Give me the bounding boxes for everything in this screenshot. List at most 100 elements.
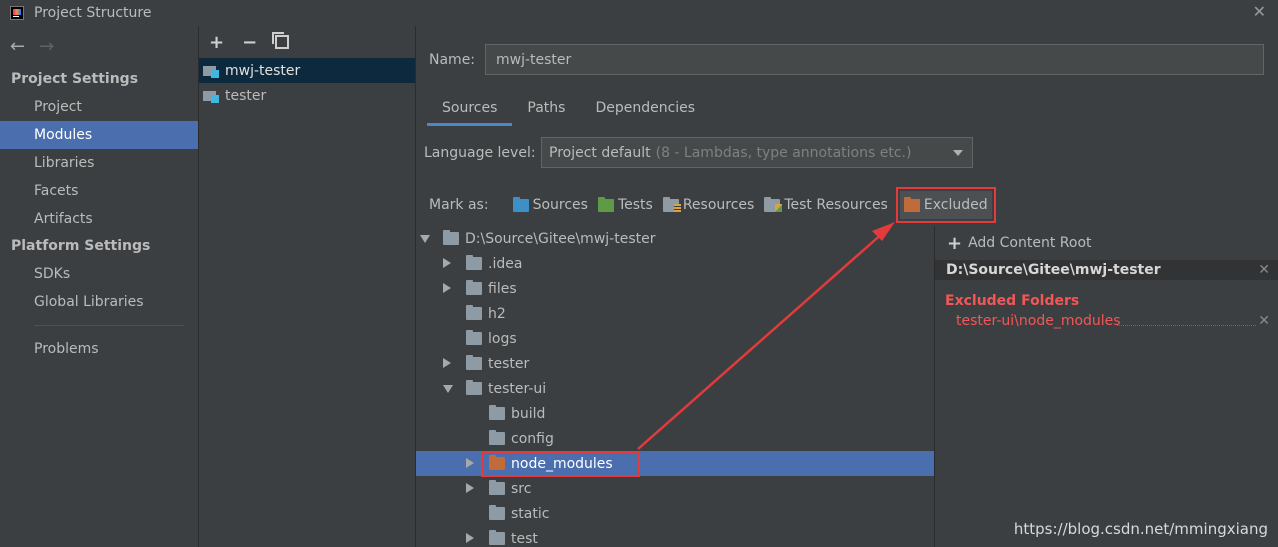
tree-row-files[interactable]: files xyxy=(416,276,934,301)
excluded-folder-icon xyxy=(489,455,505,470)
tree-row-tester-ui[interactable]: tester-ui xyxy=(416,376,934,401)
tree-row-idea[interactable]: .idea xyxy=(416,251,934,276)
nav-item-facets[interactable]: Facets xyxy=(0,177,198,205)
tree-label: node_modules xyxy=(511,455,613,472)
mark-as-toolbar: Mark as: Sources Tests Resources Test Re… xyxy=(429,187,998,223)
tab-paths[interactable]: Paths xyxy=(512,96,580,126)
settings-nav: ← → Project Settings Project Modules Lib… xyxy=(0,26,198,547)
tests-folder-icon xyxy=(597,196,614,212)
folder-icon xyxy=(489,405,505,420)
nav-item-modules[interactable]: Modules xyxy=(0,121,198,149)
chevron-down-icon[interactable] xyxy=(420,235,430,243)
mark-resources-button[interactable]: Resources xyxy=(661,191,757,219)
remove-icon[interactable]: − xyxy=(242,32,257,53)
chevron-down-icon xyxy=(953,150,963,156)
test-resources-folder-icon xyxy=(764,196,783,212)
language-level-select[interactable]: Project default (8 - Lambdas, type annot… xyxy=(541,137,973,168)
mark-sources-label: Sources xyxy=(532,197,588,213)
close-icon[interactable]: ✕ xyxy=(1258,311,1270,331)
chevron-right-icon[interactable] xyxy=(443,358,451,368)
chevron-right-icon[interactable] xyxy=(466,533,474,543)
dotted-leader xyxy=(1117,325,1256,326)
nav-item-sdks[interactable]: SDKs xyxy=(0,260,198,288)
folder-icon xyxy=(443,230,459,245)
folder-icon xyxy=(489,480,505,495)
nav-item-problems[interactable]: Problems xyxy=(0,335,198,363)
back-arrow-icon[interactable]: ← xyxy=(10,36,25,57)
tree-label: files xyxy=(488,280,517,297)
folder-icon xyxy=(466,305,482,320)
forward-arrow-icon[interactable]: → xyxy=(39,36,54,57)
tree-label: tester-ui xyxy=(488,380,547,397)
chevron-right-icon[interactable] xyxy=(466,458,474,468)
module-label: tester xyxy=(225,87,267,104)
nav-item-global-libraries[interactable]: Global Libraries xyxy=(0,288,198,316)
content-root-panel: + Add Content Root D:\Source\Gitee\mwj-t… xyxy=(935,226,1278,547)
mark-tests-label: Tests xyxy=(617,197,653,213)
mark-excluded-button[interactable]: Excluded xyxy=(895,187,996,223)
tree-row-config[interactable]: config xyxy=(416,426,934,451)
folder-icon xyxy=(466,255,482,270)
intellij-logo-icon xyxy=(10,6,24,20)
platform-settings-heading: Platform Settings xyxy=(11,238,151,254)
chevron-right-icon[interactable] xyxy=(466,483,474,493)
module-settings-panel: Name: Sources Paths Dependencies Languag… xyxy=(416,26,1278,547)
mark-as-label: Mark as: xyxy=(429,197,489,213)
tree-label: src xyxy=(511,480,532,497)
tree-row-tester[interactable]: tester xyxy=(416,351,934,376)
chevron-right-icon[interactable] xyxy=(443,258,451,268)
mark-test-resources-button[interactable]: Test Resources xyxy=(762,191,890,219)
tree-row-h2[interactable]: h2 xyxy=(416,301,934,326)
add-icon[interactable]: + xyxy=(209,32,224,53)
module-list-panel: + − mwj-tester tester xyxy=(199,26,415,547)
tab-sources[interactable]: Sources xyxy=(427,96,513,126)
language-level-value: Project default xyxy=(549,144,651,161)
module-icon xyxy=(203,89,219,103)
project-settings-heading: Project Settings xyxy=(11,71,139,87)
folder-icon xyxy=(466,280,482,295)
tree-row-node-modules[interactable]: node_modules xyxy=(416,450,934,477)
nav-item-artifacts[interactable]: Artifacts xyxy=(0,205,198,233)
add-content-root-label: Add Content Root xyxy=(968,235,1092,251)
window-title: Project Structure xyxy=(34,5,152,21)
tree-row-root[interactable]: D:\Source\Gitee\mwj-tester xyxy=(416,226,934,251)
module-item-tester[interactable]: tester xyxy=(199,83,415,108)
excluded-folder-icon xyxy=(903,196,920,212)
nav-item-libraries[interactable]: Libraries xyxy=(0,149,198,177)
sources-folder-icon xyxy=(512,196,529,212)
close-icon[interactable]: ✕ xyxy=(1258,262,1270,278)
directory-tree: D:\Source\Gitee\mwj-tester .idea files h… xyxy=(416,226,934,547)
chevron-right-icon[interactable] xyxy=(443,283,451,293)
folder-icon xyxy=(489,530,505,545)
resources-folder-icon xyxy=(662,196,681,212)
add-content-root-button[interactable]: + Add Content Root xyxy=(935,226,1278,260)
tree-row-src[interactable]: src xyxy=(416,476,934,501)
language-level-row: Language level: Project default (8 - Lam… xyxy=(424,137,973,168)
content-root-label: D:\Source\Gitee\mwj-tester xyxy=(946,262,1161,278)
nav-item-project[interactable]: Project xyxy=(0,93,198,121)
folder-icon xyxy=(489,430,505,445)
tree-row-logs[interactable]: logs xyxy=(416,326,934,351)
tab-dependencies[interactable]: Dependencies xyxy=(580,96,710,126)
name-row: Name: xyxy=(429,44,1264,75)
tree-label: .idea xyxy=(488,255,523,272)
module-item-mwj-tester[interactable]: mwj-tester xyxy=(199,58,415,83)
tree-label: static xyxy=(511,505,550,522)
folder-icon xyxy=(466,330,482,345)
module-name-input[interactable] xyxy=(485,44,1264,75)
tree-row-static[interactable]: static xyxy=(416,501,934,526)
tree-row-test[interactable]: test xyxy=(416,526,934,547)
mark-tests-button[interactable]: Tests xyxy=(596,191,655,219)
tree-row-build[interactable]: build xyxy=(416,401,934,426)
chevron-down-icon[interactable] xyxy=(443,385,453,393)
copy-icon[interactable] xyxy=(272,32,290,49)
nav-history: ← → xyxy=(0,26,198,66)
tree-label: logs xyxy=(488,330,517,347)
mark-sources-button[interactable]: Sources xyxy=(511,191,590,219)
close-icon[interactable]: ✕ xyxy=(1253,2,1266,21)
nav-divider xyxy=(34,325,184,326)
module-label: mwj-tester xyxy=(225,62,301,79)
tree-label: test xyxy=(511,530,538,547)
excluded-folder-item: tester-ui\node_modules ✕ xyxy=(935,311,1278,331)
tree-label: D:\Source\Gitee\mwj-tester xyxy=(465,230,656,247)
